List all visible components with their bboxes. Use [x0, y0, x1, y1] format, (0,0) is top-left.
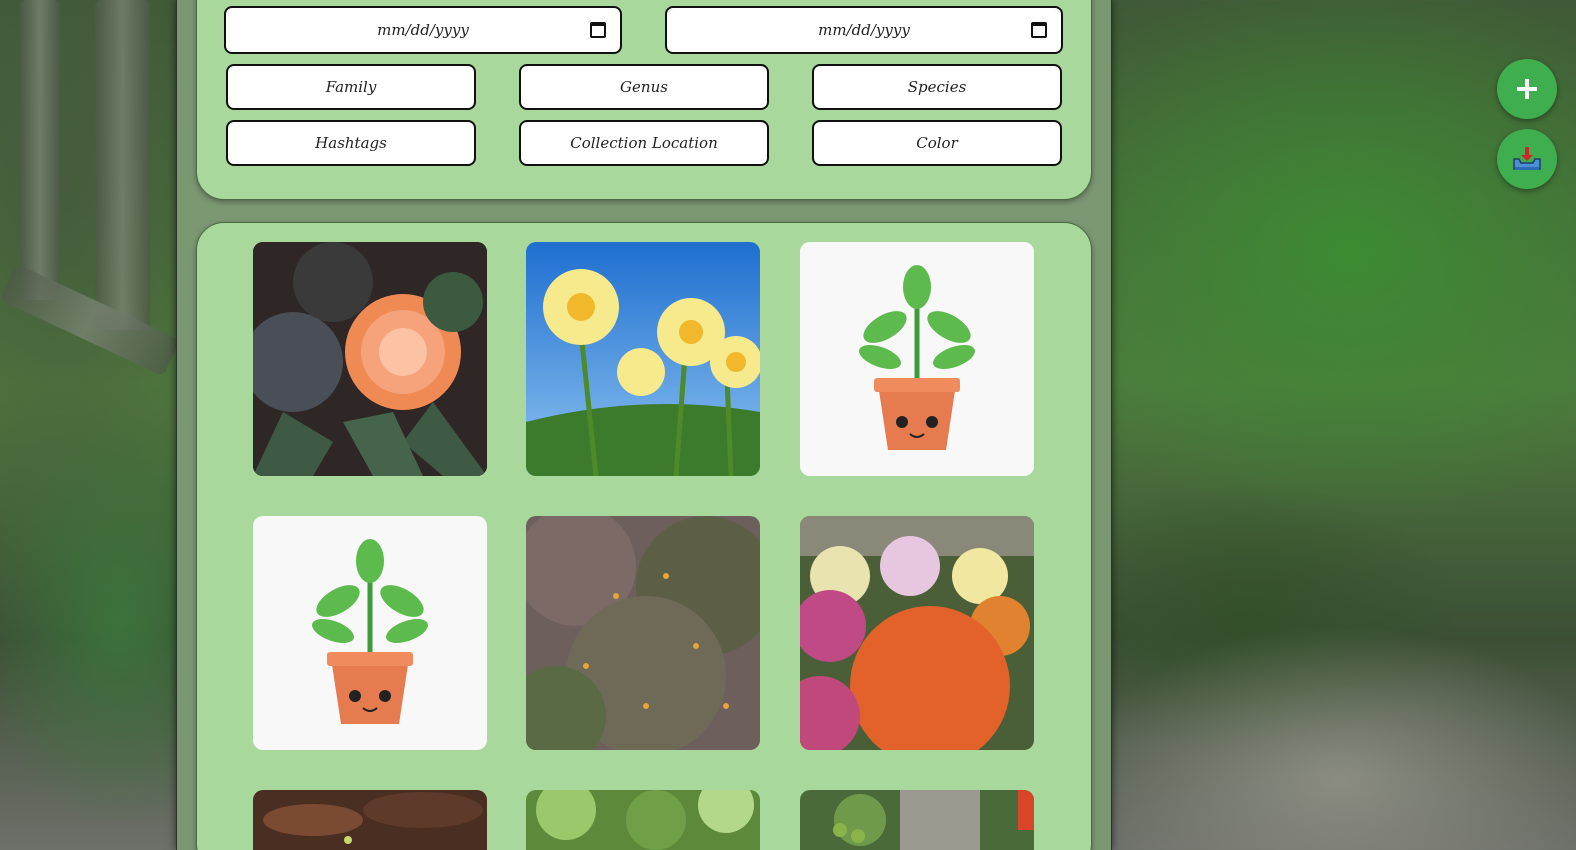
- add-plant-button[interactable]: [1497, 59, 1557, 119]
- inbox-tray-icon: [1513, 147, 1541, 170]
- background-log: [0, 263, 181, 377]
- plant-thumbnail-tomato-plant[interactable]: [800, 790, 1034, 850]
- plant-thumbnail-chrysanthemums[interactable]: [800, 516, 1034, 750]
- background-tree: [95, 0, 150, 330]
- end-date-input[interactable]: mm/dd/yyyy: [665, 6, 1063, 54]
- family-filter-button[interactable]: Family: [226, 64, 476, 110]
- chrysanthemums-image: [800, 516, 1034, 750]
- genus-filter-button[interactable]: Genus: [519, 64, 769, 110]
- tomato-plant-image: [800, 790, 1034, 850]
- potted-plant-icon: [253, 516, 487, 750]
- date-placeholder: mm/dd/yyyy: [818, 21, 910, 39]
- species-filter-button[interactable]: Species: [812, 64, 1062, 110]
- start-date-input[interactable]: mm/dd/yyyy: [224, 6, 622, 54]
- background-tree: [20, 0, 60, 300]
- calendar-icon[interactable]: [590, 22, 606, 38]
- frosted-flower-image: [253, 242, 487, 476]
- collection-location-filter-button[interactable]: Collection Location: [519, 120, 769, 166]
- plant-thumbnail-green-foliage[interactable]: [526, 790, 760, 850]
- plant-thumbnail-leaf-litter[interactable]: [253, 790, 487, 850]
- leaf-litter-image: [253, 790, 487, 850]
- plant-thumbnail-daffodils[interactable]: [526, 242, 760, 476]
- plant-thumbnail-wild-shrub[interactable]: [526, 516, 760, 750]
- color-filter-button[interactable]: Color: [812, 120, 1062, 166]
- hashtags-filter-button[interactable]: Hashtags: [226, 120, 476, 166]
- wild-shrub-image: [526, 516, 760, 750]
- date-placeholder: mm/dd/yyyy: [377, 21, 469, 39]
- green-foliage-image: [526, 790, 760, 850]
- plus-icon: [1517, 79, 1537, 99]
- download-button[interactable]: [1497, 129, 1557, 189]
- plant-thumbnail-frosted-flower[interactable]: [253, 242, 487, 476]
- calendar-icon[interactable]: [1031, 22, 1047, 38]
- daffodils-image: [526, 242, 760, 476]
- potted-plant-icon: [800, 242, 1034, 476]
- plant-thumbnail-placeholder[interactable]: [800, 242, 1034, 476]
- plant-thumbnail-placeholder[interactable]: [253, 516, 487, 750]
